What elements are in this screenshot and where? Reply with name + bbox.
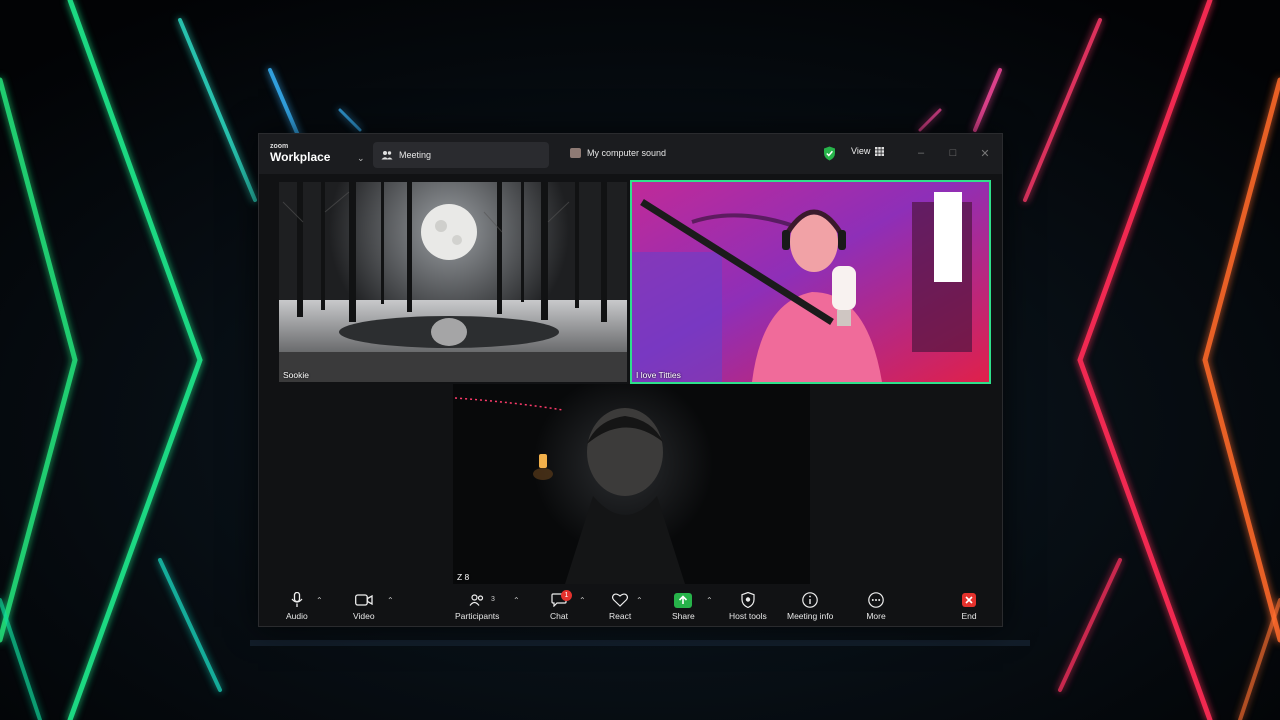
audio-label: Audio xyxy=(286,611,308,621)
tab-computer-sound[interactable]: My computer sound xyxy=(570,148,666,158)
video-tile-active-speaker[interactable]: I love Titties xyxy=(630,180,991,384)
end-call-icon xyxy=(959,592,979,608)
share-button[interactable]: Share xyxy=(672,592,695,621)
participant-name: Sookie xyxy=(283,370,309,380)
meeting-info-button[interactable]: Meeting info xyxy=(787,592,833,621)
share-label: Share xyxy=(672,611,695,621)
participants-label: Participants xyxy=(455,611,500,621)
end-meeting-button[interactable]: End xyxy=(959,592,979,621)
video-camera-icon xyxy=(354,592,374,608)
brand-name: Workplace xyxy=(270,150,331,164)
participants-icon xyxy=(467,592,487,608)
share-options-chevron-icon[interactable]: ⌃ xyxy=(706,596,713,605)
participant-video-feed xyxy=(453,384,810,584)
microphone-icon xyxy=(287,592,307,608)
close-icon[interactable]: ✕ xyxy=(975,144,995,162)
computer-sound-icon xyxy=(570,148,581,158)
video-label: Video xyxy=(353,611,375,621)
react-button[interactable]: React xyxy=(609,592,631,621)
participant-name: I love Titties xyxy=(636,370,681,380)
chat-label: Chat xyxy=(550,611,568,621)
encryption-shield-icon[interactable] xyxy=(823,146,836,161)
zoom-workplace-logo[interactable]: zoom Workplace ⌄ xyxy=(270,143,365,167)
video-tile-z8[interactable]: Z 8 xyxy=(453,384,810,584)
audio-options-chevron-icon[interactable]: ⌃ xyxy=(316,596,323,605)
share-screen-icon xyxy=(673,592,693,608)
chat-options-chevron-icon[interactable]: ⌃ xyxy=(579,596,586,605)
meeting-controls-toolbar: Audio ⌃ Video ⌃ Participants 3 ⌃ Chat 1 … xyxy=(259,586,1002,626)
host-tools-label: Host tools xyxy=(729,611,767,621)
end-label: End xyxy=(961,611,977,621)
view-label: View xyxy=(851,146,871,156)
more-button[interactable]: More xyxy=(866,592,886,621)
host-tools-button[interactable]: Host tools xyxy=(729,592,767,621)
title-bar: zoom Workplace ⌄ Meeting My computer sou… xyxy=(259,134,1002,174)
tab-meeting-label: Meeting xyxy=(399,150,432,160)
minimize-icon[interactable]: – xyxy=(911,144,931,162)
video-options-chevron-icon[interactable]: ⌃ xyxy=(387,596,394,605)
people-icon xyxy=(381,151,393,160)
participant-name: Z 8 xyxy=(457,572,470,582)
moonlit-forest-background xyxy=(279,182,627,382)
maximize-icon[interactable]: □ xyxy=(943,144,963,162)
video-tile-sookie[interactable]: Sookie xyxy=(279,182,627,382)
react-options-chevron-icon[interactable]: ⌃ xyxy=(636,596,643,605)
host-shield-icon xyxy=(738,592,758,608)
participants-options-chevron-icon[interactable]: ⌃ xyxy=(513,596,520,605)
more-dots-icon xyxy=(866,592,886,608)
heart-icon xyxy=(610,592,630,608)
react-label: React xyxy=(609,611,632,621)
participants-count: 3 xyxy=(491,596,495,603)
audio-button[interactable]: Audio xyxy=(286,592,308,621)
tab-sound-label: My computer sound xyxy=(587,148,667,158)
grid-icon xyxy=(875,146,885,156)
info-icon xyxy=(800,592,820,608)
participant-video-feed xyxy=(632,182,989,382)
chevron-down-icon[interactable]: ⌄ xyxy=(357,153,365,164)
tab-meeting[interactable]: Meeting xyxy=(373,142,549,168)
more-label: More xyxy=(866,611,886,621)
meeting-info-label: Meeting info xyxy=(787,611,834,621)
video-button[interactable]: Video xyxy=(353,592,375,621)
chat-unread-badge: 1 xyxy=(561,590,572,601)
view-button[interactable]: View xyxy=(851,146,885,156)
zoom-meeting-window: zoom Workplace ⌄ Meeting My computer sou… xyxy=(258,133,1003,627)
